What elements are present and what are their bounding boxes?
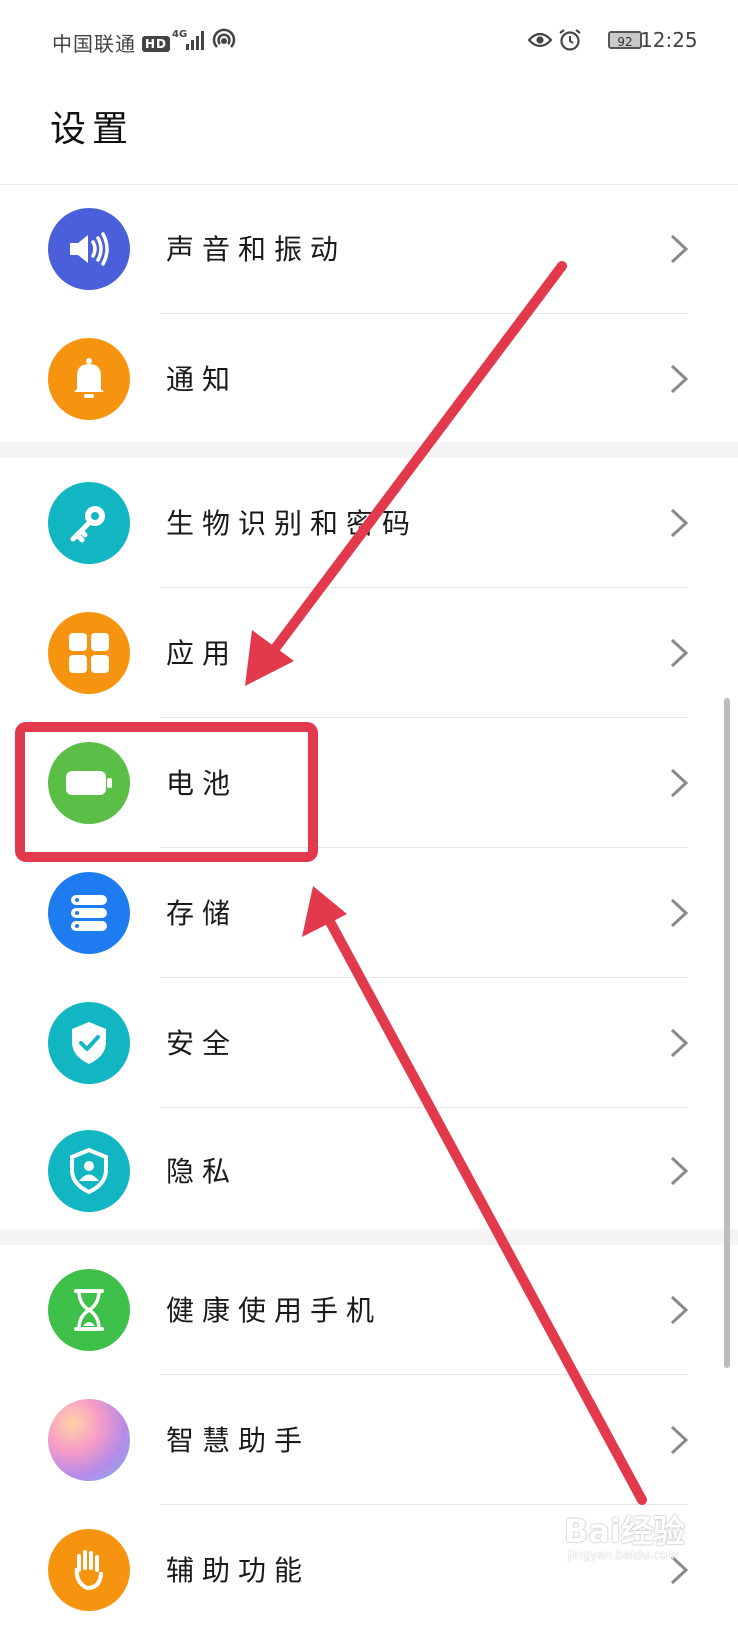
- settings-item-label: 隐私: [166, 1155, 239, 1188]
- chevron-right-icon: [670, 1295, 689, 1325]
- network-type: 4G: [172, 29, 188, 40]
- settings-item-label: 智慧助手: [166, 1424, 311, 1457]
- chevron-right-icon: [670, 1028, 689, 1058]
- settings-item-label: 健康使用手机: [166, 1294, 383, 1327]
- chevron-right-icon: [670, 234, 689, 264]
- hourglass-icon: [48, 1269, 130, 1351]
- settings-item-battery[interactable]: 电池: [0, 718, 738, 848]
- scrollbar[interactable]: [724, 698, 730, 1368]
- clock: 12:25: [640, 28, 698, 52]
- battery-indicator: 92: [608, 31, 642, 49]
- watermark-brand: Bai经验: [564, 1512, 685, 1550]
- settings-item-storage[interactable]: 存储: [0, 848, 738, 978]
- settings-item-sound[interactable]: 声音和振动: [0, 184, 738, 314]
- settings-item-smart-assistant[interactable]: 智慧助手: [0, 1375, 738, 1505]
- settings-item-label: 应用: [166, 637, 239, 670]
- settings-item-notifications[interactable]: 通知: [0, 314, 738, 444]
- storage-icon: [48, 872, 130, 954]
- chevron-right-icon: [670, 364, 689, 394]
- smart-assistant-icon: [48, 1399, 130, 1481]
- privacy-shield-icon: [48, 1130, 130, 1212]
- watermark-site: jingyan.baidu.com: [568, 1548, 679, 1562]
- section-divider: [0, 442, 738, 458]
- settings-item-digital-balance[interactable]: 健康使用手机: [0, 1245, 738, 1375]
- settings-item-label: 声音和振动: [166, 233, 347, 266]
- apps-grid-icon: [48, 612, 130, 694]
- signal-icon: [186, 31, 204, 50]
- eye-icon: [528, 32, 552, 48]
- hand-icon: [48, 1529, 130, 1611]
- settings-item-label: 存储: [166, 897, 239, 930]
- settings-item-security[interactable]: 安全: [0, 978, 738, 1108]
- chevron-right-icon: [670, 638, 689, 668]
- status-bar: 中国联通 HD 4G 92 12:25: [0, 0, 738, 80]
- carrier-name: 中国联通: [52, 32, 136, 56]
- speaker-icon: [48, 208, 130, 290]
- bell-icon: [48, 338, 130, 420]
- chevron-right-icon: [670, 768, 689, 798]
- carrier-label: 中国联通 HD: [52, 28, 171, 57]
- key-icon: [48, 482, 130, 564]
- settings-item-biometrics[interactable]: 生物识别和密码: [0, 458, 738, 588]
- settings-item-label: 安全: [166, 1027, 239, 1060]
- chevron-right-icon: [670, 508, 689, 538]
- chevron-right-icon: [670, 898, 689, 928]
- settings-item-apps[interactable]: 应用: [0, 588, 738, 718]
- settings-item-label: 电池: [166, 767, 239, 800]
- chevron-right-icon: [670, 1156, 689, 1186]
- hotspot-icon: [212, 28, 236, 48]
- shield-check-icon: [48, 1002, 130, 1084]
- chevron-right-icon: [670, 1425, 689, 1455]
- watermark: Bai经验 jingyan.baidu.com: [564, 1506, 685, 1562]
- battery-icon: [48, 742, 130, 824]
- page-title: 设置: [50, 109, 135, 150]
- settings-item-privacy[interactable]: 隐私: [0, 1106, 738, 1236]
- settings-item-label: 通知: [166, 363, 239, 396]
- settings-item-label: 辅助功能: [166, 1554, 311, 1587]
- settings-item-label: 生物识别和密码: [166, 507, 419, 540]
- hd-badge: HD: [142, 36, 171, 52]
- alarm-icon: [559, 29, 581, 51]
